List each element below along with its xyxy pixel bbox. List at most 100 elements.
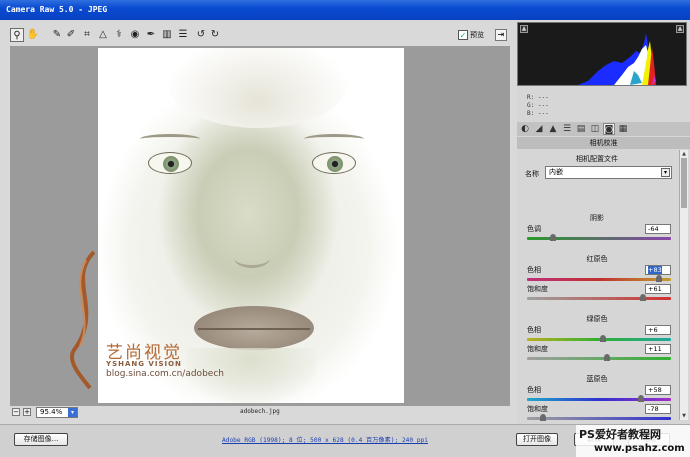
graduated-filter-icon[interactable]: ▥	[160, 28, 174, 42]
right-panel: ▲ ▲ R: --- G: --- B: --- ◐ ◢ ▲ ☰ ▤ ◫ ◙ ▦…	[517, 22, 690, 424]
tab-lens-icon[interactable]: ◫	[589, 123, 601, 135]
scrollbar-thumb[interactable]	[681, 158, 687, 208]
zoom-level-select[interactable]: 95.4% ▾	[36, 407, 78, 418]
slider-value-field[interactable]: +11	[645, 344, 671, 354]
section-heading: 蓝原色	[586, 375, 608, 383]
slider-thumb[interactable]	[600, 335, 607, 342]
slider-label: 饱和度	[527, 285, 548, 293]
rotate-left-icon[interactable]: ↺	[194, 28, 208, 42]
scroll-down-icon[interactable]: ▼	[680, 412, 688, 420]
slider-label: 色相	[527, 266, 541, 274]
hair-area	[168, 48, 348, 128]
slider-track[interactable]	[527, 275, 671, 282]
site-name: PS爱好者教程网	[579, 428, 661, 441]
b-label: B:	[527, 110, 535, 117]
g-value: ---	[537, 102, 549, 109]
chevron-down-icon: ▾	[661, 168, 670, 177]
save-image-button[interactable]: 存储图像...	[14, 433, 68, 446]
workflow-options-link[interactable]: Adobe RGB (1998); 8 位; 500 x 628 (0.4 百万…	[222, 435, 428, 444]
panel-title: 相机校准	[517, 137, 690, 149]
white-balance-tool-icon[interactable]: ✎	[50, 28, 64, 42]
histogram: ▲ ▲	[517, 22, 687, 86]
fullscreen-toggle-icon[interactable]: ⇥	[495, 29, 507, 41]
toolbar: ⚲ ✋ ✎ ✐ ⌗ △ ⚕ ◉ ✒ ▥ ☰ ↺ ↻ ✓ 预览 ⇥	[10, 26, 510, 44]
slider-track[interactable]	[527, 395, 671, 402]
bottom-bar: 存储图像... Adobe RGB (1998); 8 位; 500 x 628…	[0, 424, 690, 457]
section-heading: 阴影	[590, 214, 604, 222]
slider-value-field[interactable]: +58	[645, 385, 671, 395]
slider-thumb[interactable]	[539, 414, 546, 421]
slider-label: 饱和度	[527, 345, 548, 353]
watermark-subtitle: YSHANG VISION	[106, 360, 182, 368]
slider-thumb[interactable]	[639, 294, 646, 301]
zoom-in-button[interactable]: +	[23, 408, 31, 416]
profile-name-label: 名称	[525, 170, 539, 178]
crop-tool-icon[interactable]: ⌗	[80, 28, 94, 42]
chevron-down-icon: ▾	[68, 408, 77, 417]
slider-track[interactable]	[527, 414, 671, 421]
slider-value-field[interactable]: +6	[645, 325, 671, 335]
tab-tone-curve-icon[interactable]: ◢	[533, 123, 545, 135]
section-heading: 绿原色	[586, 315, 608, 323]
slider-thumb[interactable]	[603, 354, 610, 361]
zoom-tool-icon[interactable]: ⚲	[10, 28, 24, 42]
preview-checkbox[interactable]: ✓	[458, 30, 468, 40]
spot-removal-tool-icon[interactable]: ⚕	[112, 28, 126, 42]
file-name: adobech.jpg	[240, 408, 280, 415]
site-watermark: PS爱好者教程网 www.psahz.com	[576, 425, 690, 457]
slider-thumb[interactable]	[637, 395, 644, 402]
slider-track[interactable]	[527, 335, 671, 342]
g-label: G:	[527, 102, 535, 109]
slider-thumb[interactable]	[549, 234, 556, 241]
panel-scrollbar[interactable]: ▲ ▼	[679, 150, 688, 420]
tab-split-toning-icon[interactable]: ▤	[575, 123, 587, 135]
red-eye-tool-icon[interactable]: ◉	[128, 28, 142, 42]
adjustment-brush-icon[interactable]: ✒	[144, 28, 158, 42]
b-value: ---	[537, 110, 549, 117]
preview-toggle[interactable]: ✓ 预览	[458, 29, 484, 41]
tab-basic-icon[interactable]: ◐	[519, 123, 531, 135]
slider-thumb[interactable]	[655, 275, 662, 282]
slider-value-field[interactable]: -64	[645, 224, 671, 234]
tab-hsl-icon[interactable]: ☰	[561, 123, 573, 135]
tab-camera-calibration-icon[interactable]: ◙	[603, 123, 615, 135]
tab-detail-icon[interactable]: ▲	[547, 123, 559, 135]
slider-track[interactable]	[527, 294, 671, 301]
slider-label: 色相	[527, 386, 541, 394]
tab-presets-icon[interactable]: ▦	[617, 123, 629, 135]
highlight-clipping-icon[interactable]: ▲	[676, 25, 684, 33]
slider-track[interactable]	[527, 354, 671, 361]
straighten-tool-icon[interactable]: △	[96, 28, 110, 42]
hand-tool-icon[interactable]: ✋	[26, 28, 40, 42]
image-canvas[interactable]: 艺尚视觉 YSHANG VISION blog.sina.com.cn/adob…	[10, 46, 510, 406]
histogram-graph	[578, 33, 656, 85]
rotate-right-icon[interactable]: ↻	[208, 28, 222, 42]
color-sampler-tool-icon[interactable]: ✐	[64, 28, 78, 42]
preferences-icon[interactable]: ☰	[176, 28, 190, 42]
status-bar: − + 95.4% ▾ adobech.jpg	[10, 407, 510, 419]
slider-value-field[interactable]: +83	[645, 265, 671, 275]
slider-value-field[interactable]: -78	[645, 404, 671, 414]
slider-label: 色调	[527, 225, 541, 233]
scroll-up-icon[interactable]: ▲	[680, 150, 688, 158]
preview-label: 预览	[470, 31, 484, 39]
profile-heading: 相机配置文件	[576, 155, 618, 163]
slider-label: 饱和度	[527, 405, 548, 413]
watermark: 艺尚视觉 YSHANG VISION blog.sina.com.cn/adob…	[64, 250, 254, 390]
slider-track[interactable]	[527, 234, 671, 241]
right-eye	[312, 152, 356, 174]
slider-value-field[interactable]: +61	[645, 284, 671, 294]
r-label: R:	[527, 94, 535, 101]
section-heading: 红原色	[586, 255, 608, 263]
panel-tabs: ◐ ◢ ▲ ☰ ▤ ◫ ◙ ▦	[517, 122, 690, 136]
slider-label: 色相	[527, 326, 541, 334]
watermark-swirl-icon	[70, 250, 96, 390]
zoom-out-button[interactable]: −	[12, 408, 20, 416]
open-image-button[interactable]: 打开图像	[516, 433, 558, 446]
r-value: ---	[537, 94, 549, 101]
shadow-clipping-icon[interactable]: ▲	[520, 25, 528, 33]
site-url: www.psahz.com	[594, 443, 685, 454]
profile-name-select[interactable]: 内嵌 ▾	[545, 166, 672, 179]
left-eye	[148, 152, 192, 174]
window-title: Camera Raw 5.0 - JPEG	[0, 0, 690, 20]
